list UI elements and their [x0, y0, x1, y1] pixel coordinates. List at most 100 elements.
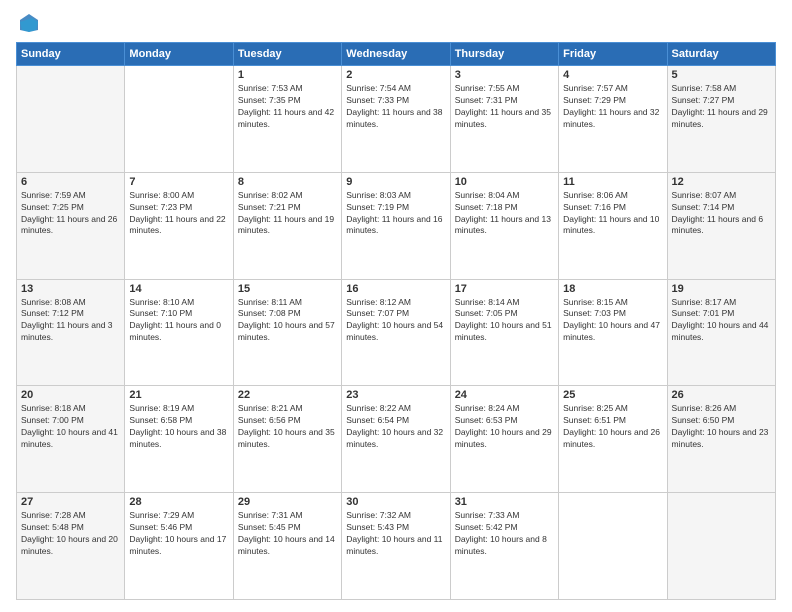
- calendar-cell: 22 Sunrise: 8:21 AM Sunset: 6:56 PM Dayli…: [233, 386, 341, 493]
- day-number: 2: [346, 69, 445, 81]
- calendar-cell: 17Sunrise: 8:14 AM Sunset: 7:05 PM Dayli…: [450, 279, 558, 386]
- calendar-cell: 7Sunrise: 8:00 AM Sunset: 7:23 PM Daylig…: [125, 172, 233, 279]
- day-info: Sunrise: 8:19 AM Sunset: 6:58 PM Dayligh…: [129, 403, 228, 451]
- day-number: 27: [21, 496, 120, 508]
- calendar-cell: 12 Sunrise: 8:07 AM Sunset: 7:14 PM Dayli…: [667, 172, 775, 279]
- day-number: 28: [129, 496, 228, 508]
- calendar-cell: [667, 493, 775, 600]
- day-info: Sunrise: 7:32 AM Sunset: 5:43 PM Dayligh…: [346, 510, 445, 558]
- calendar-cell: 6Sunrise: 7:59 AM Sunset: 7:25 PM Daylig…: [17, 172, 125, 279]
- day-number: 16: [346, 283, 445, 295]
- day-info: Sunrise: 7:58 AM Sunset: 7:27 PM Dayligh…: [672, 83, 771, 131]
- day-number: 12: [672, 176, 771, 188]
- logo: [16, 12, 40, 34]
- day-info: Sunrise: 8:17 AM Sunset: 7:01 PM Dayligh…: [672, 297, 771, 345]
- calendar-cell: [17, 66, 125, 173]
- day-number: 19: [672, 283, 771, 295]
- calendar-cell: 9Sunrise: 8:03 AM Sunset: 7:19 PM Daylig…: [342, 172, 450, 279]
- day-number: 22: [238, 389, 337, 401]
- calendar-cell: 3 Sunrise: 7:55 AM Sunset: 7:31 PM Daylig…: [450, 66, 558, 173]
- day-info: Sunrise: 8:11 AM Sunset: 7:08 PM Dayligh…: [238, 297, 337, 345]
- day-number: 8: [238, 176, 337, 188]
- weekday-header-saturday: Saturday: [667, 43, 775, 66]
- day-number: 31: [455, 496, 554, 508]
- calendar-cell: 4Sunrise: 7:57 AM Sunset: 7:29 PM Daylig…: [559, 66, 667, 173]
- weekday-header-friday: Friday: [559, 43, 667, 66]
- day-info: Sunrise: 8:12 AM Sunset: 7:07 PM Dayligh…: [346, 297, 445, 345]
- calendar-week-row: 13Sunrise: 8:08 AM Sunset: 7:12 PM Dayli…: [17, 279, 776, 386]
- day-info: Sunrise: 8:10 AM Sunset: 7:10 PM Dayligh…: [129, 297, 228, 345]
- calendar-cell: 23 Sunrise: 8:22 AM Sunset: 6:54 PM Dayli…: [342, 386, 450, 493]
- calendar-cell: 18 Sunrise: 8:15 AM Sunset: 7:03 PM Dayli…: [559, 279, 667, 386]
- calendar-cell: 1Sunrise: 7:53 AM Sunset: 7:35 PM Daylig…: [233, 66, 341, 173]
- calendar-cell: [559, 493, 667, 600]
- day-info: Sunrise: 8:21 AM Sunset: 6:56 PM Dayligh…: [238, 403, 337, 451]
- calendar-week-row: 20 Sunrise: 8:18 AM Sunset: 7:00 PM Dayli…: [17, 386, 776, 493]
- day-info: Sunrise: 7:59 AM Sunset: 7:25 PM Dayligh…: [21, 190, 120, 238]
- calendar-cell: 14 Sunrise: 8:10 AM Sunset: 7:10 PM Dayli…: [125, 279, 233, 386]
- day-number: 5: [672, 69, 771, 81]
- day-number: 15: [238, 283, 337, 295]
- calendar-cell: 21 Sunrise: 8:19 AM Sunset: 6:58 PM Dayli…: [125, 386, 233, 493]
- day-number: 26: [672, 389, 771, 401]
- day-number: 11: [563, 176, 662, 188]
- calendar-cell: 16 Sunrise: 8:12 AM Sunset: 7:07 PM Dayli…: [342, 279, 450, 386]
- calendar-cell: 15 Sunrise: 8:11 AM Sunset: 7:08 PM Dayli…: [233, 279, 341, 386]
- day-info: Sunrise: 8:24 AM Sunset: 6:53 PM Dayligh…: [455, 403, 554, 451]
- day-info: Sunrise: 8:07 AM Sunset: 7:14 PM Dayligh…: [672, 190, 771, 238]
- day-info: Sunrise: 7:54 AM Sunset: 7:33 PM Dayligh…: [346, 83, 445, 131]
- day-info: Sunrise: 8:26 AM Sunset: 6:50 PM Dayligh…: [672, 403, 771, 451]
- calendar-cell: 20 Sunrise: 8:18 AM Sunset: 7:00 PM Dayli…: [17, 386, 125, 493]
- calendar-cell: 2 Sunrise: 7:54 AM Sunset: 7:33 PM Daylig…: [342, 66, 450, 173]
- day-info: Sunrise: 7:33 AM Sunset: 5:42 PM Dayligh…: [455, 510, 554, 558]
- day-info: Sunrise: 8:15 AM Sunset: 7:03 PM Dayligh…: [563, 297, 662, 345]
- weekday-header-thursday: Thursday: [450, 43, 558, 66]
- day-number: 3: [455, 69, 554, 81]
- page: SundayMondayTuesdayWednesdayThursdayFrid…: [0, 0, 792, 612]
- weekday-header-row: SundayMondayTuesdayWednesdayThursdayFrid…: [17, 43, 776, 66]
- weekday-header-monday: Monday: [125, 43, 233, 66]
- calendar-cell: 5 Sunrise: 7:58 AM Sunset: 7:27 PM Daylig…: [667, 66, 775, 173]
- calendar-cell: 8 Sunrise: 8:02 AM Sunset: 7:21 PM Daylig…: [233, 172, 341, 279]
- calendar-cell: [125, 66, 233, 173]
- day-info: Sunrise: 7:57 AM Sunset: 7:29 PM Dayligh…: [563, 83, 662, 131]
- day-info: Sunrise: 7:29 AM Sunset: 5:46 PM Dayligh…: [129, 510, 228, 558]
- day-info: Sunrise: 8:22 AM Sunset: 6:54 PM Dayligh…: [346, 403, 445, 451]
- day-number: 13: [21, 283, 120, 295]
- day-number: 14: [129, 283, 228, 295]
- calendar-cell: 29 Sunrise: 7:31 AM Sunset: 5:45 PM Dayli…: [233, 493, 341, 600]
- calendar-cell: 28 Sunrise: 7:29 AM Sunset: 5:46 PM Dayli…: [125, 493, 233, 600]
- day-info: Sunrise: 7:28 AM Sunset: 5:48 PM Dayligh…: [21, 510, 120, 558]
- weekday-header-sunday: Sunday: [17, 43, 125, 66]
- day-number: 29: [238, 496, 337, 508]
- day-number: 20: [21, 389, 120, 401]
- day-info: Sunrise: 8:02 AM Sunset: 7:21 PM Dayligh…: [238, 190, 337, 238]
- calendar-cell: 25 Sunrise: 8:25 AM Sunset: 6:51 PM Dayli…: [559, 386, 667, 493]
- calendar-table: SundayMondayTuesdayWednesdayThursdayFrid…: [16, 42, 776, 600]
- day-number: 9: [346, 176, 445, 188]
- calendar-week-row: 6Sunrise: 7:59 AM Sunset: 7:25 PM Daylig…: [17, 172, 776, 279]
- calendar-cell: 10Sunrise: 8:04 AM Sunset: 7:18 PM Dayli…: [450, 172, 558, 279]
- day-info: Sunrise: 8:18 AM Sunset: 7:00 PM Dayligh…: [21, 403, 120, 451]
- day-info: Sunrise: 8:25 AM Sunset: 6:51 PM Dayligh…: [563, 403, 662, 451]
- day-number: 23: [346, 389, 445, 401]
- day-info: Sunrise: 7:31 AM Sunset: 5:45 PM Dayligh…: [238, 510, 337, 558]
- day-number: 25: [563, 389, 662, 401]
- calendar-cell: 19 Sunrise: 8:17 AM Sunset: 7:01 PM Dayli…: [667, 279, 775, 386]
- weekday-header-wednesday: Wednesday: [342, 43, 450, 66]
- day-number: 18: [563, 283, 662, 295]
- logo-icon: [18, 12, 40, 34]
- calendar-cell: 30 Sunrise: 7:32 AM Sunset: 5:43 PM Dayli…: [342, 493, 450, 600]
- calendar-week-row: 27 Sunrise: 7:28 AM Sunset: 5:48 PM Dayli…: [17, 493, 776, 600]
- calendar-cell: 27 Sunrise: 7:28 AM Sunset: 5:48 PM Dayli…: [17, 493, 125, 600]
- calendar-cell: 24Sunrise: 8:24 AM Sunset: 6:53 PM Dayli…: [450, 386, 558, 493]
- day-info: Sunrise: 8:14 AM Sunset: 7:05 PM Dayligh…: [455, 297, 554, 345]
- day-info: Sunrise: 7:55 AM Sunset: 7:31 PM Dayligh…: [455, 83, 554, 131]
- day-number: 21: [129, 389, 228, 401]
- calendar-cell: 11Sunrise: 8:06 AM Sunset: 7:16 PM Dayli…: [559, 172, 667, 279]
- day-info: Sunrise: 8:04 AM Sunset: 7:18 PM Dayligh…: [455, 190, 554, 238]
- day-info: Sunrise: 8:00 AM Sunset: 7:23 PM Dayligh…: [129, 190, 228, 238]
- day-number: 30: [346, 496, 445, 508]
- calendar-week-row: 1Sunrise: 7:53 AM Sunset: 7:35 PM Daylig…: [17, 66, 776, 173]
- calendar-cell: 13Sunrise: 8:08 AM Sunset: 7:12 PM Dayli…: [17, 279, 125, 386]
